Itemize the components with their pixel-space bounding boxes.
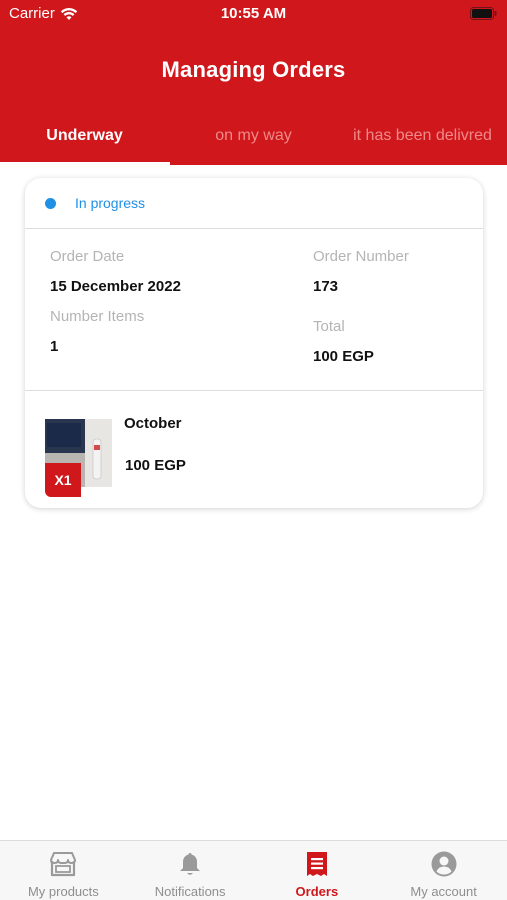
order-tabs: Underway on my way it has been delivred [0,115,507,165]
screen: Carrier 10:55 AM Managing Orders Underwa… [0,0,507,900]
order-number-label: Order Number [313,248,409,265]
order-date-value: 15 December 2022 [50,278,181,295]
nav-notifications[interactable]: Notifications [127,841,254,900]
order-card[interactable]: In progress Order Date 15 December 2022 … [25,178,483,508]
active-tab-indicator [0,162,170,166]
app-header: Carrier 10:55 AM Managing Orders Underwa… [0,0,507,166]
order-info: Order Date 15 December 2022 Number Items… [25,230,483,391]
bottom-tab-bar: My products Notifications Orders My acco… [0,840,507,900]
quantity-badge: X1 [45,463,81,497]
nav-orders-label: Orders [295,884,339,899]
nav-orders[interactable]: Orders [254,841,381,900]
tab-on-my-way[interactable]: on my way [169,115,338,165]
number-items-value: 1 [50,338,59,355]
tab-delivered[interactable]: it has been delivred [338,115,507,165]
tab-underway[interactable]: Underway [0,115,169,165]
total-value: 100 EGP [313,348,374,365]
order-status-row: In progress [25,178,483,229]
status-dot [45,198,56,209]
nav-my-account-label: My account [410,884,477,899]
nav-my-products-label: My products [27,884,99,899]
page-title: Managing Orders [161,57,346,82]
battery-icon [470,7,497,20]
bell-icon [180,853,201,875]
nav-my-products[interactable]: My products [0,841,127,900]
order-number-value: 173 [313,278,339,295]
receipt-icon [306,852,327,876]
nav-my-account[interactable]: My account [380,841,507,900]
order-date-label: Order Date [50,248,125,265]
order-item[interactable]: X1 October 100 EGP [25,392,483,508]
total-label: Total [313,318,345,335]
nav-notifications-label: Notifications [154,884,226,899]
number-items-label: Number Items [50,308,145,325]
order-status: In progress [75,195,146,211]
store-icon [50,852,77,877]
product-price: 100 EGP [125,457,186,474]
status-bar: Carrier 10:55 AM [0,0,507,30]
product-name: October [124,415,182,432]
account-icon [431,851,457,877]
clock: 10:55 AM [220,5,287,22]
